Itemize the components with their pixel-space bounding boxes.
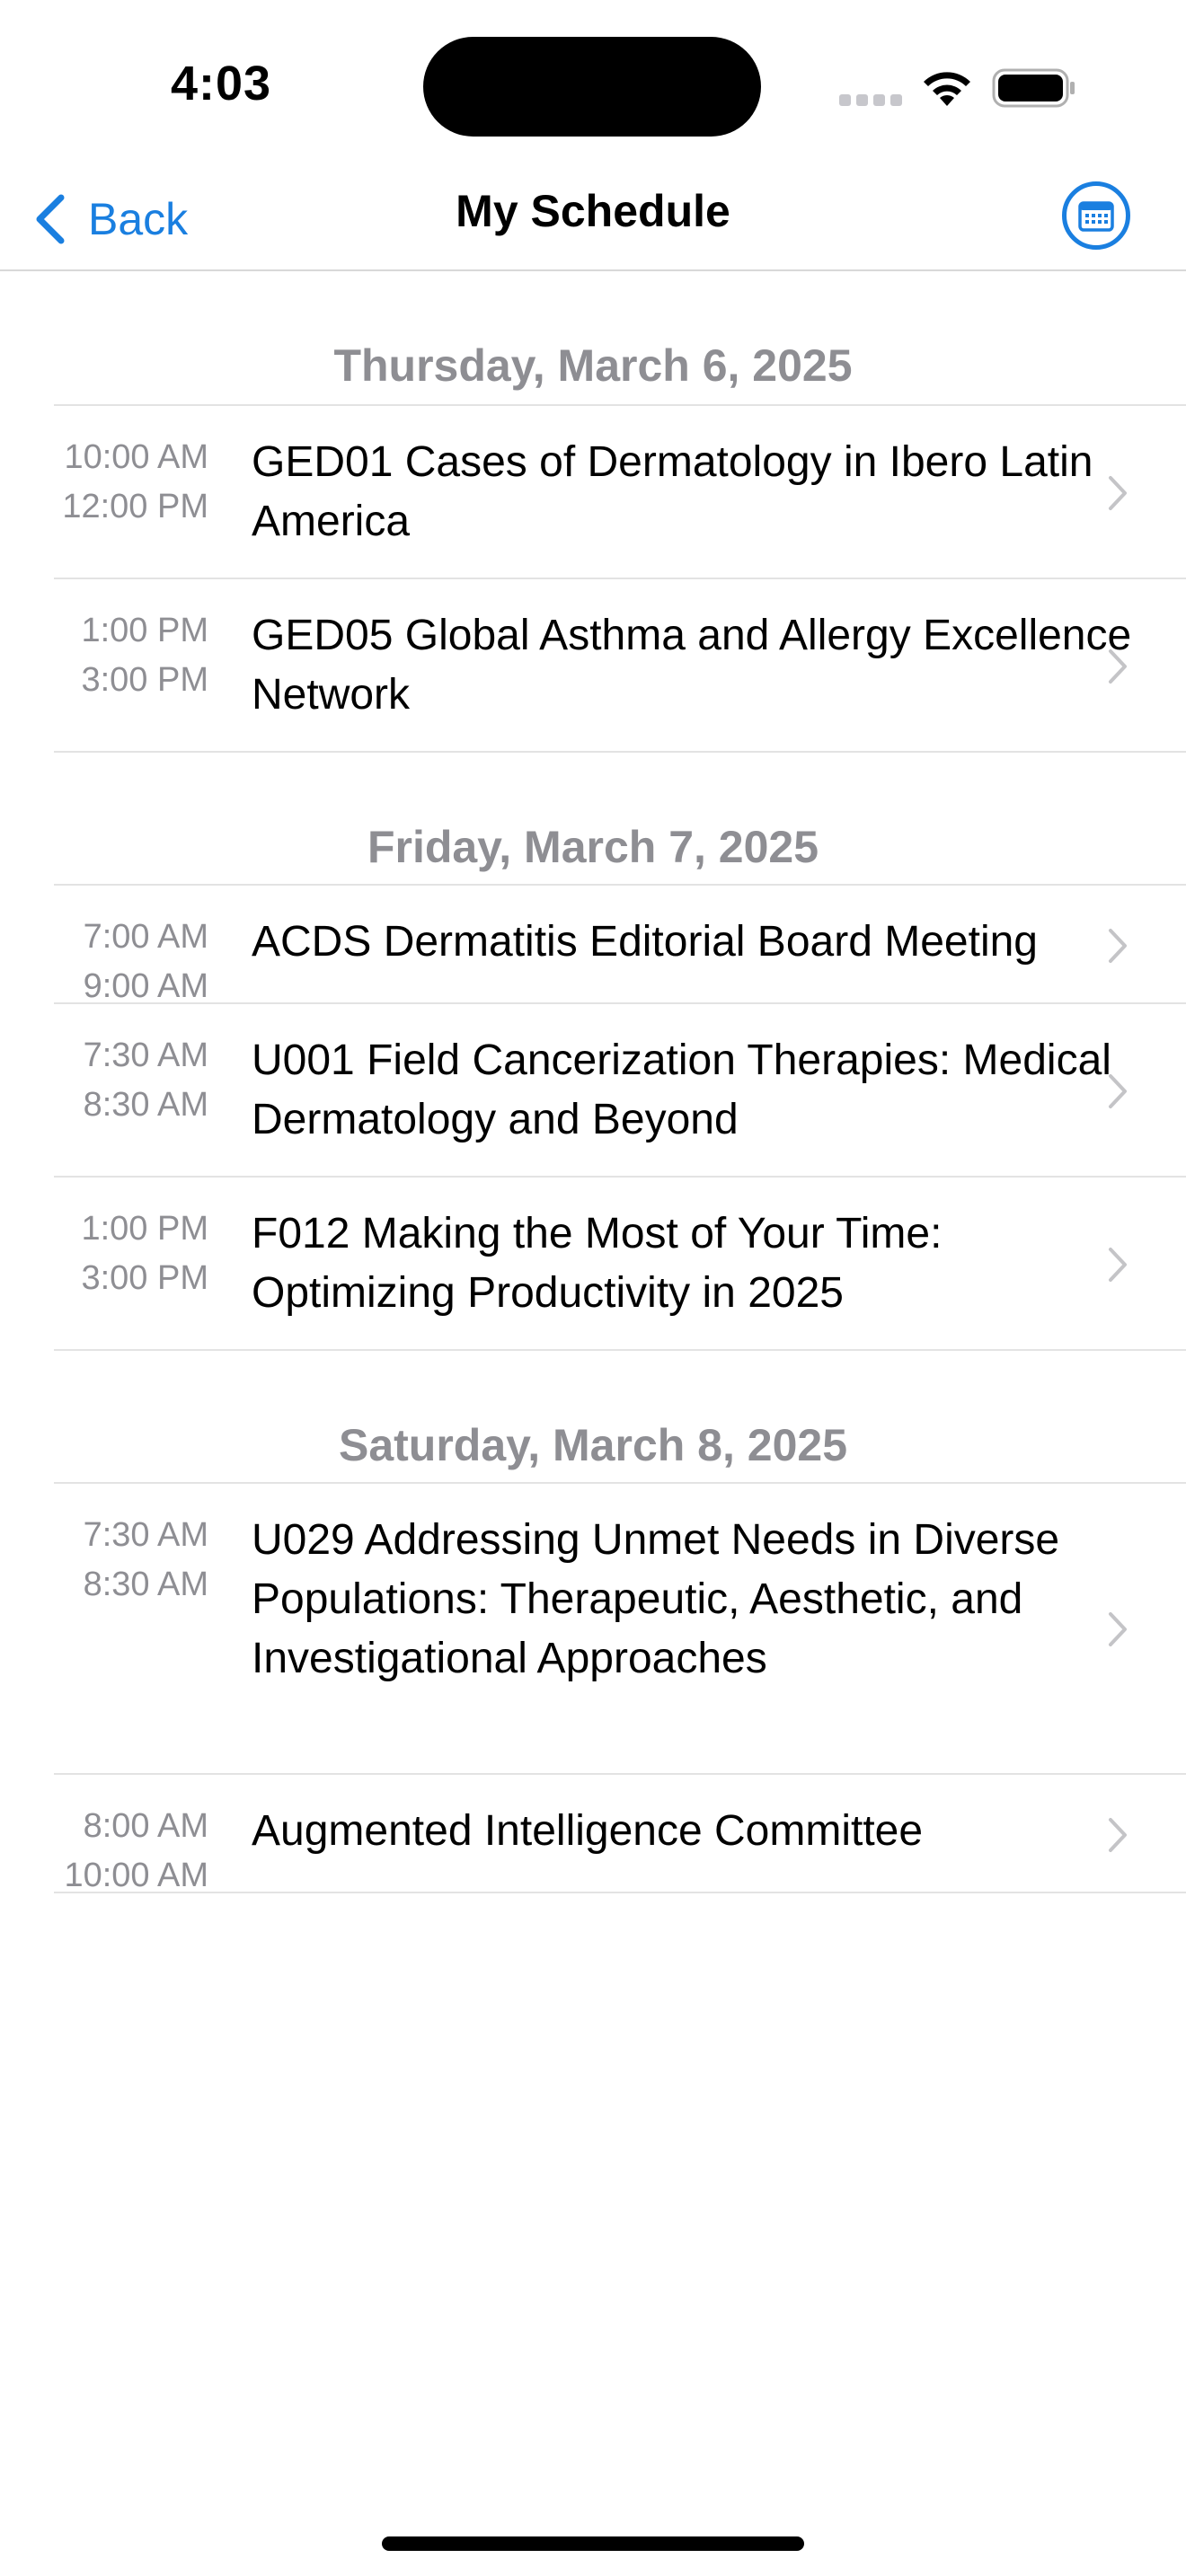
session-end: 3:00 PM: [81, 1259, 208, 1297]
session-row[interactable]: 1:00 PM 3:00 PM F012 Making the Most of …: [54, 1178, 1186, 1351]
session-row[interactable]: 7:30 AM 8:30 AM U029 Addressing Unmet Ne…: [54, 1484, 1186, 1775]
session-row[interactable]: 1:00 PM 3:00 PM GED05 Global Asthma and …: [54, 579, 1186, 753]
session-times: 1:00 PM 3:00 PM: [54, 1204, 208, 1303]
session-times: 8:00 AM 10:00 AM: [54, 1802, 208, 1901]
navigation-bar: Back My Schedule: [0, 171, 1186, 271]
session-start: 7:30 AM: [83, 1516, 208, 1554]
section-header: Thursday, March 6, 2025: [54, 271, 1186, 406]
wifi-icon: [924, 72, 970, 106]
session-end: 8:30 AM: [83, 1086, 208, 1124]
session-title: ACDS Dermatitis Editorial Board Meeting: [252, 918, 1038, 966]
section-header: Saturday, March 8, 2025: [54, 1351, 1186, 1484]
session-start: 7:00 AM: [83, 918, 208, 956]
session-row[interactable]: 8:00 AM 10:00 AM Augmented Intelligence …: [54, 1775, 1186, 1894]
chevron-right-icon: [1109, 476, 1127, 510]
session-end: 3:00 PM: [81, 661, 208, 699]
chevron-right-icon: [1109, 929, 1127, 963]
session-end: 12:00 PM: [62, 488, 208, 525]
screen: 4:03 Back My Schedule Thursday, March 6,…: [0, 0, 1186, 2576]
session-start: 7:30 AM: [83, 1037, 208, 1074]
status-time: 4:03: [171, 57, 272, 110]
page-title: My Schedule: [456, 186, 730, 236]
session-times: 7:00 AM 9:00 AM: [54, 913, 208, 1011]
chevron-right-icon: [1109, 1248, 1127, 1282]
session-title: U001 Field Cancerization Therapies: Medi…: [252, 1037, 1111, 1143]
session-end: 10:00 AM: [64, 1857, 208, 1894]
session-start: 8:00 AM: [83, 1807, 208, 1845]
home-indicator[interactable]: [382, 2536, 804, 2551]
section-header: Friday, March 7, 2025: [54, 753, 1186, 886]
session-row[interactable]: 7:30 AM 8:30 AM U001 Field Cancerization…: [54, 1004, 1186, 1178]
chevron-right-icon: [1109, 1074, 1127, 1108]
dynamic-island: [423, 37, 761, 137]
session-start: 1:00 PM: [81, 1210, 208, 1248]
chevron-right-icon: [1109, 1818, 1127, 1852]
calendar-icon: [1078, 201, 1114, 232]
session-end: 8:30 AM: [83, 1566, 208, 1603]
calendar-button[interactable]: [1062, 181, 1130, 250]
session-row[interactable]: 10:00 AM 12:00 PM GED01 Cases of Dermato…: [54, 406, 1186, 579]
status-bar: 4:03: [0, 0, 1186, 171]
chevron-right-icon: [1109, 649, 1127, 684]
session-times: 10:00 AM 12:00 PM: [54, 433, 208, 532]
cellular-signal-icon: [839, 94, 902, 107]
battery-icon: [992, 68, 1075, 108]
session-title: F012 Making the Most of Your Time: Optim…: [252, 1210, 943, 1317]
session-times: 7:30 AM 8:30 AM: [54, 1511, 208, 1610]
session-times: 7:30 AM 8:30 AM: [54, 1031, 208, 1130]
chevron-right-icon: [1109, 1612, 1127, 1646]
session-title: GED01 Cases of Dermatology in Ibero Lati…: [252, 438, 1093, 545]
schedule-list: Thursday, March 6, 2025 10:00 AM 12:00 P…: [0, 271, 1186, 1894]
session-times: 1:00 PM 3:00 PM: [54, 606, 208, 705]
session-title: U029 Addressing Unmet Needs in Diverse P…: [252, 1516, 1060, 1682]
session-start: 1:00 PM: [81, 612, 208, 649]
session-title: Augmented Intelligence Committee: [252, 1807, 924, 1855]
session-title: GED05 Global Asthma and Allergy Excellen…: [252, 612, 1132, 719]
session-row[interactable]: 7:00 AM 9:00 AM ACDS Dermatitis Editoria…: [54, 886, 1186, 1005]
session-start: 10:00 AM: [64, 438, 208, 476]
